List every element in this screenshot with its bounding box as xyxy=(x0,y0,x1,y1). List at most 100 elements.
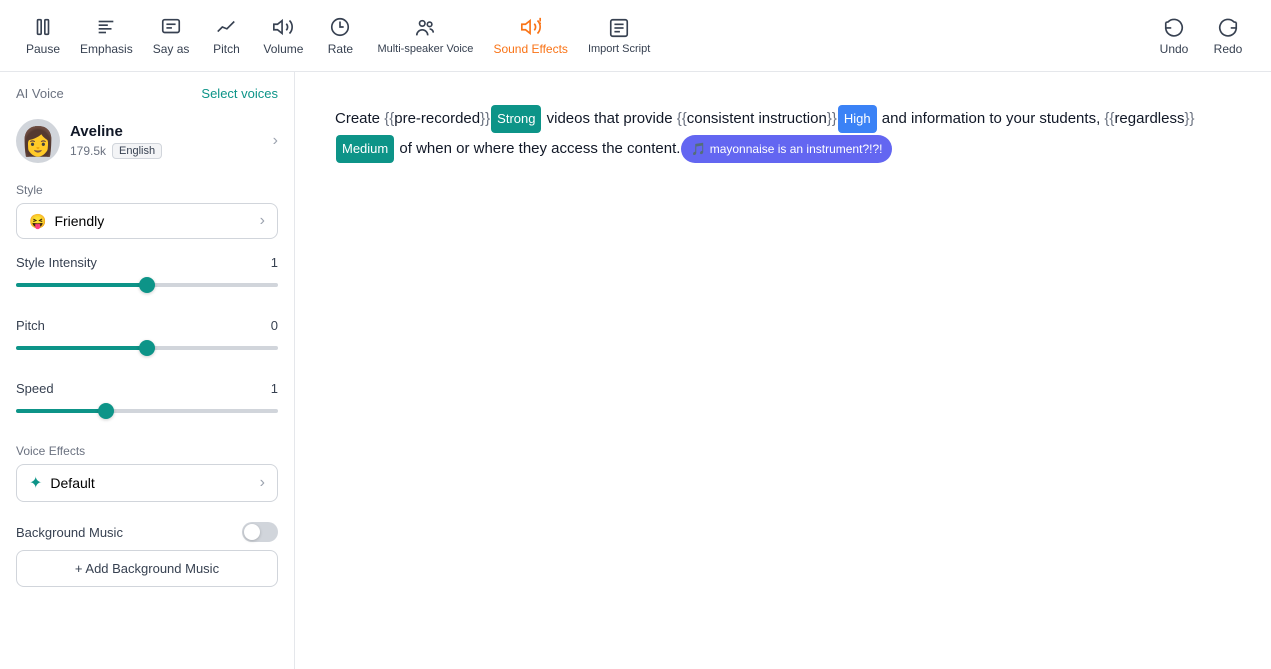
redo-icon xyxy=(1217,16,1239,38)
toolbar-pitch[interactable]: Pitch xyxy=(199,10,253,62)
toolbar-undo[interactable]: Undo xyxy=(1147,10,1201,62)
rate-label: Rate xyxy=(328,42,353,56)
rate-icon xyxy=(329,16,351,38)
pause-icon xyxy=(32,16,54,38)
add-background-music-label: + Add Background Music xyxy=(75,561,219,576)
toolbar-sound-effects[interactable]: Sound Effects xyxy=(483,10,578,62)
consistent-word: consistent instruction xyxy=(687,110,827,127)
style-intensity-value: 1 xyxy=(271,255,278,270)
text-create: Create xyxy=(335,110,384,127)
style-section-label: Style xyxy=(16,183,278,197)
pitch-label: Pitch xyxy=(16,318,45,333)
pitch-icon xyxy=(215,16,237,38)
style-dropdown-left: 😝 Friendly xyxy=(29,213,104,230)
style-intensity-row: Style Intensity 1 xyxy=(16,255,278,270)
toolbar-pause[interactable]: Pause xyxy=(16,10,70,62)
speed-value: 1 xyxy=(271,381,278,396)
consistent-brace-close: }} xyxy=(827,110,837,127)
sound-effects-label: Sound Effects xyxy=(493,42,568,56)
style-section: Style 😝 Friendly › xyxy=(0,175,294,247)
sparkle-icon: ✦ xyxy=(29,473,42,493)
pause-label: Pause xyxy=(26,42,60,56)
text-videos: videos that provide xyxy=(542,110,676,127)
undo-icon xyxy=(1163,16,1185,38)
multi-speaker-label: Multi-speaker Voice xyxy=(377,43,473,55)
style-intensity-slider-container xyxy=(16,274,278,292)
tag-sound-effect[interactable]: 🎵 mayonnaise is an instrument?!?! xyxy=(681,135,892,163)
pitch-row: Pitch 0 xyxy=(16,318,278,333)
editor-text[interactable]: Create {{pre-recorded}}Strong videos tha… xyxy=(335,104,1231,164)
toolbar-import-script[interactable]: Import Script xyxy=(578,11,660,61)
pitch-label: Pitch xyxy=(213,42,240,56)
sidebar: AI Voice Select voices 👩 Aveline 179.5k … xyxy=(0,72,295,669)
background-music-label: Background Music xyxy=(16,525,123,540)
toolbar: Pause Emphasis Say as Pitch xyxy=(0,0,1271,72)
main-layout: AI Voice Select voices 👩 Aveline 179.5k … xyxy=(0,72,1271,669)
speed-label: Speed xyxy=(16,381,54,396)
add-background-music-button[interactable]: + Add Background Music xyxy=(16,550,278,587)
speed-slider-container xyxy=(16,400,278,418)
say-as-label: Say as xyxy=(153,42,190,56)
regardless-brace-close: }} xyxy=(1184,110,1194,127)
pitch-slider-container xyxy=(16,337,278,355)
style-dropdown[interactable]: 😝 Friendly › xyxy=(16,203,278,239)
ai-voice-label: AI Voice xyxy=(16,86,64,101)
voice-effects-left: ✦ Default xyxy=(29,473,95,493)
tag-strong[interactable]: Strong xyxy=(491,105,541,133)
text-and-info: and information to your students, xyxy=(878,110,1105,127)
voice-language: English xyxy=(112,143,162,159)
voice-card[interactable]: 👩 Aveline 179.5k English › xyxy=(0,111,294,175)
import-script-label: Import Script xyxy=(588,43,650,55)
style-intensity-section: Style Intensity 1 xyxy=(0,247,294,310)
pre-recorded-brace-close: }} xyxy=(480,110,490,127)
voice-chevron-icon[interactable]: › xyxy=(273,132,278,150)
regardless-brace-open: {{ xyxy=(1104,110,1114,127)
select-voices-link[interactable]: Select voices xyxy=(201,86,278,101)
volume-icon xyxy=(272,16,294,38)
voice-info: Aveline 179.5k English xyxy=(70,123,263,159)
undo-label: Undo xyxy=(1160,42,1189,56)
emphasis-icon xyxy=(95,16,117,38)
toolbar-multi-speaker[interactable]: Multi-speaker Voice xyxy=(367,11,483,61)
multi-speaker-icon xyxy=(414,17,436,39)
pitch-value: 0 xyxy=(271,318,278,333)
background-music-toggle[interactable] xyxy=(242,522,278,542)
toggle-thumb xyxy=(244,524,260,540)
emphasis-label: Emphasis xyxy=(80,42,133,56)
toolbar-redo[interactable]: Redo xyxy=(1201,10,1255,62)
speed-slider[interactable] xyxy=(16,409,278,413)
content-area: Create {{pre-recorded}}Strong videos tha… xyxy=(295,72,1271,669)
tag-high[interactable]: High xyxy=(838,105,877,133)
say-as-icon xyxy=(160,16,182,38)
toolbar-rate[interactable]: Rate xyxy=(313,10,367,62)
pitch-section: Pitch 0 xyxy=(0,310,294,373)
redo-label: Redo xyxy=(1214,42,1243,56)
style-emoji: 😝 xyxy=(29,213,46,230)
toolbar-say-as[interactable]: Say as xyxy=(143,10,200,62)
consistent-brace-open: {{ xyxy=(677,110,687,127)
voice-count: 179.5k xyxy=(70,144,106,158)
voice-effects-label: Voice Effects xyxy=(16,444,278,458)
voice-effects-dropdown[interactable]: ✦ Default › xyxy=(16,464,278,502)
voice-effects-chevron-icon: › xyxy=(260,474,265,492)
pitch-slider[interactable] xyxy=(16,346,278,350)
style-intensity-label: Style Intensity xyxy=(16,255,97,270)
toolbar-emphasis[interactable]: Emphasis xyxy=(70,10,143,62)
voice-effects-section: Voice Effects ✦ Default › xyxy=(0,436,294,510)
style-intensity-slider[interactable] xyxy=(16,283,278,287)
pre-recorded-brace-open: {{ xyxy=(384,110,394,127)
pre-recorded-word: pre-recorded xyxy=(394,110,480,127)
text-of-when: of when or where they access the content… xyxy=(395,140,680,157)
volume-label: Volume xyxy=(263,42,303,56)
regardless-word: regardless xyxy=(1114,110,1184,127)
style-chevron-icon: › xyxy=(260,212,265,230)
voice-effects-value: Default xyxy=(50,475,94,491)
background-music-row: Background Music xyxy=(0,510,294,550)
sidebar-header: AI Voice Select voices xyxy=(0,72,294,111)
import-script-icon xyxy=(608,17,630,39)
toolbar-volume[interactable]: Volume xyxy=(253,10,313,62)
sound-effects-icon xyxy=(520,16,542,38)
style-value: Friendly xyxy=(54,213,104,229)
tag-medium[interactable]: Medium xyxy=(336,135,394,163)
speed-row: Speed 1 xyxy=(16,381,278,396)
